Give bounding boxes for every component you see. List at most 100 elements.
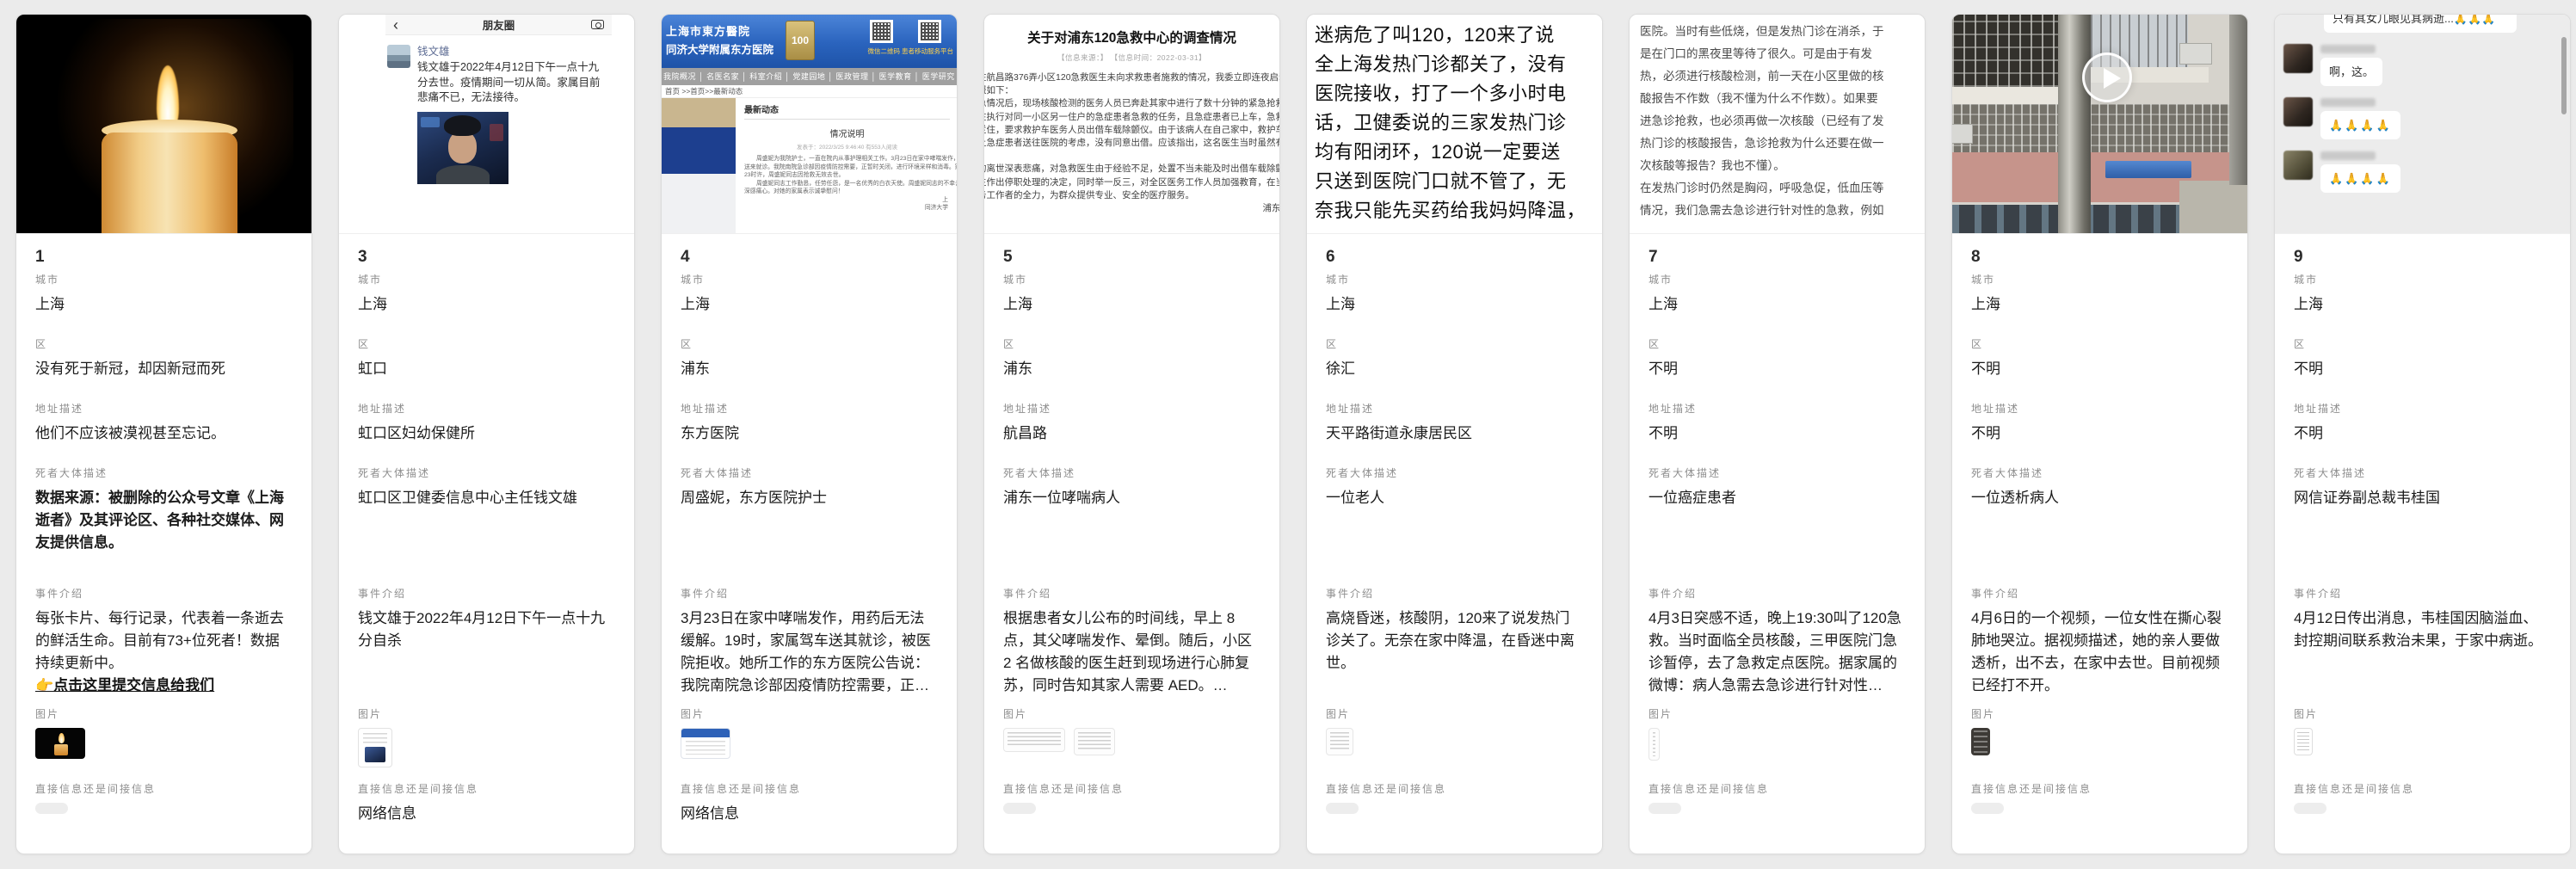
qr-code-icon xyxy=(870,20,893,43)
breadcrumb: 首页 >>首页>>最新动态 xyxy=(662,85,957,98)
city-value: 上海 xyxy=(1649,293,1906,316)
site-nav-menu[interactable]: 我院概况 │ 名医名家 │ 科室介绍 │ 党建园地 │ 医政管理 │ 医学教育 … xyxy=(662,68,957,85)
avatar xyxy=(2283,44,2313,73)
card-body: 3 城市 上海 区 虹口 地址描述 虹口区妇幼保健所 死者大体描述 虹口区卫健委… xyxy=(339,234,634,835)
screenshot-text-line: 在发热门诊时仍然是胸闷，呼吸急促，低血压等 xyxy=(1640,177,1914,200)
memorial-card[interactable]: 8 城市 上海 区 不明 地址描述 不明 死者大体描述 一位透析病人 事件介绍 … xyxy=(1951,14,2248,854)
field-label: 地址描述 xyxy=(1326,404,1583,415)
field-label: 地址描述 xyxy=(1003,404,1260,415)
photo-person xyxy=(436,165,490,184)
notice-document: 最新动态 情况说明 发表于：2022/3/25 9:46:40 有553人阅读 … xyxy=(736,98,957,233)
screenshot-text-line: 次核酸等报告？我也不懂）。 xyxy=(1640,155,1914,177)
screenshot-text-line: 情况，我们急需去急诊进行针对性的急救，例如 xyxy=(1640,200,1914,222)
field-label: 图片 xyxy=(2294,709,2551,720)
field-address: 地址描述 不明 xyxy=(1649,404,1906,468)
candle-body xyxy=(102,133,237,234)
field-label: 区 xyxy=(35,339,293,350)
field-label: 死者大体描述 xyxy=(2294,468,2551,479)
field-label: 地址描述 xyxy=(2294,404,2551,415)
candle-photo-header xyxy=(16,15,311,234)
moments-post: 钱文雄 钱文雄于2022年4月12日下午一点十九分去世。疫情期间一切从简。家属目… xyxy=(385,35,612,184)
avatar xyxy=(2283,151,2313,180)
candle-image-thumbnail[interactable] xyxy=(35,728,85,759)
field-label: 区 xyxy=(2294,339,2551,350)
field-deceased: 死者大体描述 一位癌症患者 xyxy=(1649,468,1906,589)
field-district: 区 没有死于新冠，却因新冠而死 xyxy=(35,339,293,404)
field-label: 事件介绍 xyxy=(681,589,938,600)
field-district: 区 不明 xyxy=(1971,339,2228,404)
city-value: 上海 xyxy=(681,293,938,316)
post-content: 钱文雄 钱文雄于2022年4月12日下午一点十九分去世。疫情期间一切从简。家属目… xyxy=(417,45,608,184)
notice-signature: 同济大学 xyxy=(744,204,948,213)
deceased-value: 数据来源：被删除的公众号文章《上海逝者》及其评论区、各种社交媒体、网友提供信息。 xyxy=(35,487,293,554)
video-image-thumbnail[interactable] xyxy=(1971,728,1990,755)
official-notice-header: 关于对浦东120急救中心的调查情况 【信息来源：】 【信息时间：2022-03-… xyxy=(984,15,1279,234)
notice-line: 的离世深表悲痛，对急救医生由于经验不足，处置不当未能及时出借车载除颤仪 xyxy=(984,163,1279,176)
screenshot-text-line: 全上海发热门诊都关了，没有 xyxy=(1315,50,1594,79)
post-photo xyxy=(417,112,508,184)
district-value: 浦东 xyxy=(1003,358,1260,380)
field-label: 区 xyxy=(1649,339,1906,350)
card-number: 4 xyxy=(681,234,938,274)
field-label: 直接信息还是间接信息 xyxy=(1971,784,2228,795)
notice-line: 深感痛心。对她的家属表示诚挚慰问！ xyxy=(744,188,950,196)
direct-value xyxy=(35,803,68,814)
moments-image-thumbnail[interactable] xyxy=(358,728,392,767)
district-value: 没有死于新冠，却因新冠而死 xyxy=(35,358,293,380)
notice-line: 周盛妮为我院护士，一直在院内从事护理相关工作。3月23日在家中哮喘发作，用药后无… xyxy=(744,155,950,163)
direct-value xyxy=(1003,803,1036,814)
address-value: 东方医院 xyxy=(681,422,938,445)
notice-signature: 上 xyxy=(744,196,948,205)
direct-value xyxy=(2294,803,2326,814)
text-image-thumbnail[interactable] xyxy=(1003,728,1065,752)
memorial-card[interactable]: 医院。当时有些低烧，但是发热门诊在消杀，于 是在门口的黑夜里等待了很久。可是由于… xyxy=(1629,14,1926,854)
concrete-ledge xyxy=(2179,181,2247,233)
field-image: 图片 xyxy=(1649,709,1906,784)
card-number: 3 xyxy=(358,234,615,274)
text-image-thumbnail[interactable] xyxy=(1074,728,1115,755)
field-label: 图片 xyxy=(1326,709,1583,720)
field-label: 事件介绍 xyxy=(1971,589,2228,600)
memorial-card[interactable]: 上海市東方醫院 同济大学附属东方医院 100 微信二维码 患者移动服务平台 我院… xyxy=(661,14,958,854)
memorial-card[interactable]: 关于对浦东120急救中心的调查情况 【信息来源：】 【信息时间：2022-03-… xyxy=(983,14,1280,854)
wechat-moments-header: 朋友圈 ‹ 钱文雄 钱文雄于2022年4月12日下午一点十九分去世。疫情期间一切… xyxy=(339,15,634,234)
deceased-value: 周盛妮，东方医院护士 xyxy=(681,487,938,509)
screenshot-text-line: 是在门口的黑夜里等待了很久。可是由于有发 xyxy=(1640,43,1914,65)
field-direct: 直接信息还是间接信息 网络信息 xyxy=(358,784,615,835)
field-district: 区 不明 xyxy=(2294,339,2551,404)
memorial-card[interactable]: 迷病危了叫120，120来了说 全上海发热门诊都关了，没有 医院接收，打了一个多… xyxy=(1306,14,1603,854)
field-address: 地址描述 不明 xyxy=(2294,404,2551,468)
blue-awning xyxy=(2105,161,2191,178)
memorial-card[interactable]: 只有其女儿眼见其病逝...🙏🙏🙏 啊，这。 🙏🙏🙏🙏 xyxy=(2274,14,2571,854)
memorial-card[interactable]: 1 城市 上海 区 没有死于新冠，却因新冠而死 地址描述 他们不应该被漠视甚至忘… xyxy=(15,14,312,854)
event-value: 钱文雄于2022年4月12日下午一点十九分自杀 xyxy=(358,607,615,652)
website-image-thumbnail[interactable] xyxy=(681,728,730,759)
field-deceased: 死者大体描述 周盛妮，东方医院护士 xyxy=(681,468,938,589)
avatar xyxy=(2283,97,2313,126)
city-value: 上海 xyxy=(358,293,615,316)
text-image-thumbnail[interactable] xyxy=(1326,728,1353,755)
text-image-thumbnail[interactable] xyxy=(1649,728,1660,761)
field-label: 区 xyxy=(681,339,938,350)
field-city: 城市 上海 xyxy=(35,274,293,339)
card-body: 8 城市 上海 区 不明 地址描述 不明 死者大体描述 一位透析病人 事件介绍 … xyxy=(1952,234,2247,835)
field-label: 区 xyxy=(358,339,615,350)
field-label: 图片 xyxy=(681,709,938,720)
chat-message-bubble: 🙏🙏🙏🙏 xyxy=(2320,164,2400,193)
screenshot-text-line: 均有阳闭环，120说一定要送 xyxy=(1315,138,1594,167)
screenshot-text-line: 医院。当时有些低烧，但是发热门诊在消杀，于 xyxy=(1640,21,1914,43)
memorial-card[interactable]: 朋友圈 ‹ 钱文雄 钱文雄于2022年4月12日下午一点十九分去世。疫情期间一切… xyxy=(338,14,635,854)
field-direct: 直接信息还是间接信息 xyxy=(2294,784,2551,835)
field-deceased: 死者大体描述 虹口区卫健委信息中心主任钱文雄 xyxy=(358,468,615,589)
notice-line: ！ xyxy=(984,150,1279,163)
card-body: 9 城市 上海 区 不明 地址描述 不明 死者大体描述 网信证券副总裁韦桂国 事… xyxy=(2275,234,2570,835)
field-label: 城市 xyxy=(1649,274,1906,286)
document-image-thumbnail[interactable] xyxy=(2294,728,2313,755)
field-event: 事件介绍 钱文雄于2022年4月12日下午一点十九分自杀 xyxy=(358,589,615,709)
scrollbar[interactable] xyxy=(2561,37,2567,114)
chat-sender-name-redacted xyxy=(2320,151,2376,160)
submit-info-link[interactable]: 👉点击这里提交信息给我们 xyxy=(35,675,293,697)
field-label: 城市 xyxy=(681,274,938,286)
play-button-icon[interactable] xyxy=(2082,52,2132,102)
deceased-value: 一位透析病人 xyxy=(1971,487,2228,509)
